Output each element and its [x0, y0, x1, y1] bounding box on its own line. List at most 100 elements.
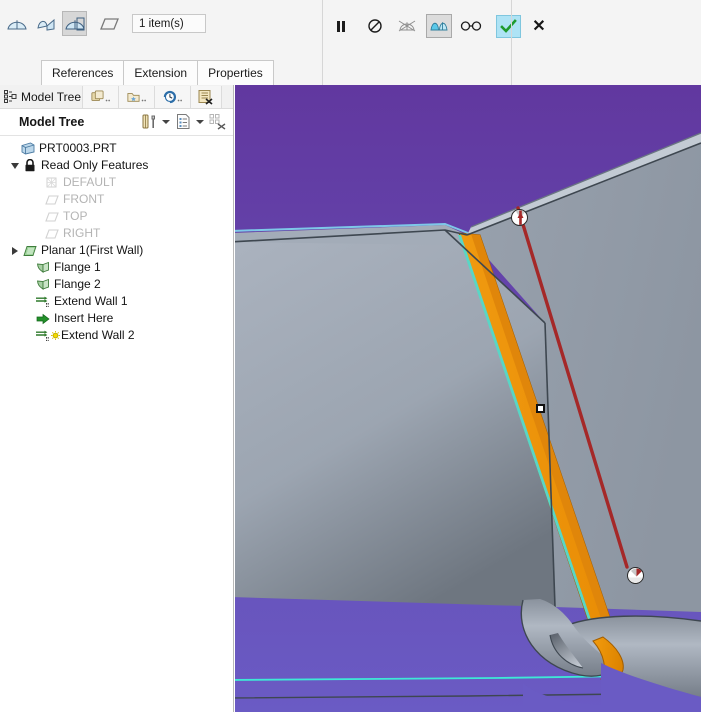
insert-here-arrow-icon	[34, 310, 51, 327]
part-icon	[19, 140, 36, 157]
tree-twisty-none	[21, 327, 34, 344]
model-tree-toolbar: Model Tree	[0, 109, 233, 136]
tree-item-flange-1[interactable]: Flange 1	[0, 259, 233, 276]
tree-columns-icon-button[interactable]	[173, 111, 193, 132]
tree-twisty-none	[30, 225, 43, 242]
model-tree-list: PRT0003.PRT Read Only Features DEFAULT F…	[0, 136, 233, 344]
extend-wall-active-icon	[34, 327, 51, 344]
tree-item-label: Planar 1(First Wall)	[41, 243, 144, 257]
3d-graphics-area[interactable]	[235, 85, 701, 712]
sheet-bend-icon	[36, 18, 54, 31]
feature-in-progress-icon	[51, 327, 60, 344]
no-entry-icon-button[interactable]	[362, 14, 388, 38]
tree-item-insert-here[interactable]: Insert Here	[0, 310, 233, 327]
tree-item-label: Insert Here	[54, 311, 114, 325]
tree-twisty-none	[30, 191, 43, 208]
tree-twisty-none	[6, 140, 19, 157]
tree-twisty-none	[21, 293, 34, 310]
model-tree-header-title: Model Tree	[0, 90, 82, 104]
tab-extension[interactable]: Extension	[123, 60, 199, 85]
tabrow-divider-1	[322, 0, 323, 85]
tree-twisty-none	[21, 276, 34, 293]
glasses-icon-button[interactable]	[458, 14, 484, 38]
creo-sheetmetal-window: 1 item(s) ✕ References Extension Propert…	[0, 0, 701, 712]
pause-icon-button[interactable]	[328, 14, 354, 38]
tab-properties[interactable]: Properties	[197, 60, 274, 85]
extend-handle-mid[interactable]	[536, 404, 545, 413]
datum-plane-icon	[43, 225, 60, 242]
tree-item-right-plane[interactable]: RIGHT	[0, 225, 233, 242]
extend-handle-bottom[interactable]	[627, 567, 644, 584]
tree-item-label: RIGHT	[63, 226, 101, 240]
tree-item-default-csys[interactable]: DEFAULT	[0, 174, 233, 191]
accept-feature-button[interactable]	[496, 14, 521, 38]
selected-items-count[interactable]: 1 item(s)	[132, 14, 206, 33]
tree-item-label: Extend Wall 2	[61, 328, 135, 342]
tab-references[interactable]: References	[41, 60, 125, 85]
flange-icon	[34, 276, 51, 293]
layer-tree-icon-button[interactable]	[190, 85, 222, 108]
extend-handle-top-glyph	[516, 210, 525, 225]
tree-item-extend-wall-1[interactable]: Extend Wall 1	[0, 293, 233, 310]
sheet-wall-icon	[64, 17, 85, 30]
tab-references-label: References	[52, 66, 114, 80]
tree-item-front-plane[interactable]: FRONT	[0, 191, 233, 208]
sheet-bend-icon-button[interactable]	[33, 11, 58, 36]
model-tree-header-label: Model Tree	[21, 89, 82, 104]
show-copy-icon-button[interactable]	[82, 85, 118, 108]
cancel-feature-button[interactable]: ✕	[530, 16, 548, 36]
tree-item-part[interactable]: PRT0003.PRT	[0, 140, 233, 157]
tree-twisty-expanded[interactable]	[8, 157, 21, 174]
plane-reference-icon-button[interactable]	[97, 11, 122, 36]
tree-item-label: PRT0003.PRT	[39, 141, 117, 155]
cylinder-detail-overlay	[520, 599, 701, 712]
model-tree-panel: Model Tree Model Tree PRT0003.PRT Read O…	[0, 85, 234, 712]
tree-columns-chevron-down-icon[interactable]	[194, 111, 206, 132]
csys-icon	[43, 174, 60, 191]
dashboard-preview-group: ✕	[328, 14, 548, 38]
tree-item-planar-first-wall[interactable]: Planar 1(First Wall)	[0, 242, 233, 259]
preview-shaded-icon-button[interactable]	[426, 14, 452, 38]
flange-icon	[34, 259, 51, 276]
history-clock-icon	[163, 90, 182, 103]
tools-settings-icon-button[interactable]	[139, 111, 159, 132]
glasses-icon	[460, 21, 482, 31]
preview-shaded-icon	[430, 21, 448, 30]
tree-item-read-only-features[interactable]: Read Only Features	[0, 157, 233, 174]
sheet-front-icon	[6, 19, 27, 29]
preview-geometry-icon	[398, 20, 416, 31]
dashboard-tabs: References Extension Properties	[41, 60, 274, 85]
tree-item-label: Flange 2	[54, 277, 101, 291]
folder-star-icon-button[interactable]	[118, 85, 154, 108]
tree-item-extend-wall-2[interactable]: Extend Wall 2	[0, 327, 233, 344]
tree-item-top-plane[interactable]: TOP	[0, 208, 233, 225]
tree-twisty-none	[30, 208, 43, 225]
datum-plane-icon	[43, 191, 60, 208]
dashboard-tab-row: References Extension Properties	[0, 0, 701, 85]
extend-handle-bottom-glyph	[628, 568, 643, 583]
tree-item-flange-2[interactable]: Flange 2	[0, 276, 233, 293]
tools-settings-chevron-down-icon[interactable]	[160, 111, 172, 132]
model-tree-title: Model Tree	[19, 115, 85, 129]
check-icon	[500, 18, 517, 33]
model-tree-header: Model Tree	[0, 85, 233, 109]
tree-item-label: Extend Wall 1	[54, 294, 128, 308]
layer-tree-icon	[198, 89, 213, 105]
tree-item-label: Flange 1	[54, 260, 101, 274]
datum-plane-icon	[43, 208, 60, 225]
tree-twisty-collapsed[interactable]	[8, 242, 21, 259]
tree-filters-icon-button[interactable]	[207, 111, 227, 132]
sheet-wall-icon-button[interactable]	[62, 11, 87, 36]
extend-wall-icon	[34, 293, 51, 310]
tree-twisty-none	[21, 310, 34, 327]
sheet-front-icon-button[interactable]	[4, 11, 29, 36]
tree-filters-icon	[209, 114, 225, 130]
tree-item-label: DEFAULT	[63, 175, 117, 189]
show-copy-icon	[91, 90, 110, 101]
history-clock-icon-button[interactable]	[154, 85, 190, 108]
planar-wall-icon	[21, 242, 38, 259]
folder-star-icon	[127, 92, 146, 102]
extend-handle-top[interactable]	[511, 209, 528, 226]
preview-geometry-icon-button[interactable]	[394, 14, 420, 38]
dashboard-selection-group: 1 item(s)	[4, 11, 206, 36]
